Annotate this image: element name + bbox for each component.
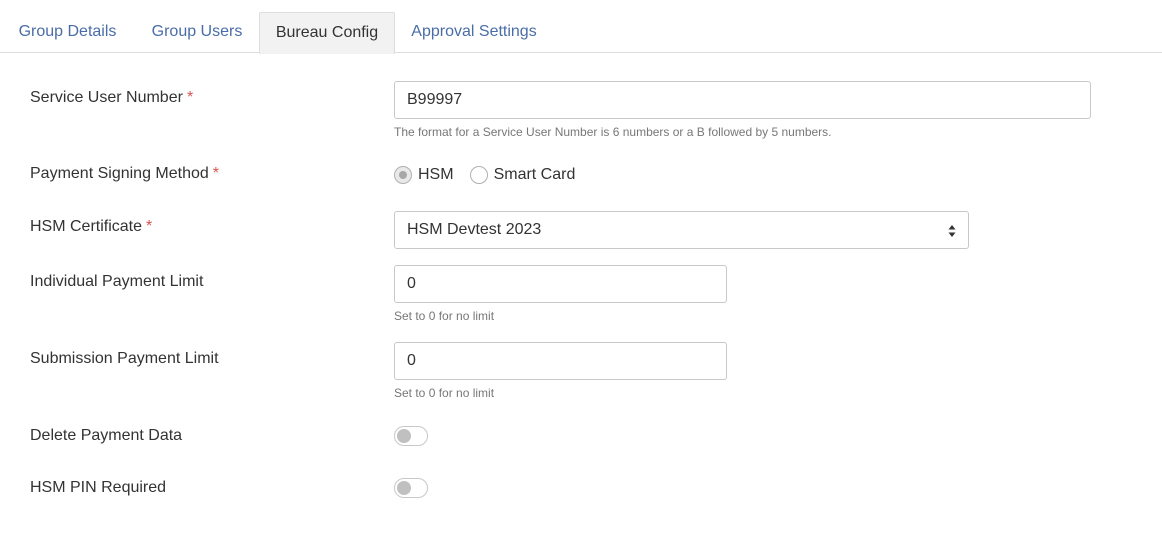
required-marker: * [186,89,194,106]
individual-payment-limit-input[interactable] [394,265,727,303]
service-user-number-input[interactable] [394,81,1091,119]
tab-bar: Group Details Group Users Bureau Config … [0,0,1162,54]
tab-group-users[interactable]: Group Users [135,12,259,53]
hsm-certificate-select[interactable]: HSM Devtest 2023 [394,211,969,249]
toggle-knob [397,481,411,495]
hsm-pin-required-toggle[interactable] [394,478,428,498]
smart-card-radio[interactable] [469,166,488,184]
delete-payment-data-toggle[interactable] [394,426,428,446]
hsm-certificate-label: HSM Certificate * [30,218,152,236]
delete-payment-data-label: Delete Payment Data [30,427,183,444]
submission-payment-limit-help: Set to 0 for no limit [394,386,495,400]
submission-payment-limit-label: Submission Payment Limit [30,350,219,367]
tab-approval-settings[interactable]: Approval Settings [395,12,553,53]
payment-signing-method-label-text: Payment Signing Method [30,165,209,182]
payment-signing-method-label: Payment Signing Method * [30,165,219,183]
submission-payment-limit-input[interactable] [394,342,727,380]
hsm-pin-required-label: HSM PIN Required [30,479,167,496]
required-marker: * [146,218,153,235]
sort-arrows-icon [948,225,956,237]
individual-payment-limit-help: Set to 0 for no limit [394,309,495,323]
payment-signing-method-radio-group: HSM Smart Card [394,164,591,186]
hsm-certificate-label-text: HSM Certificate [30,218,143,235]
hsm-certificate-selected-value: HSM Devtest 2023 [407,221,542,238]
individual-payment-limit-label: Individual Payment Limit [30,273,204,290]
tab-group-details[interactable]: Group Details [0,12,135,53]
service-user-number-help: The format for a Service User Number is … [394,125,832,139]
tab-bureau-config[interactable]: Bureau Config [259,12,395,54]
hsm-radio[interactable] [394,166,412,184]
toggle-knob [397,429,411,443]
service-user-number-label-text: Service User Number [30,89,183,106]
hsm-radio-label[interactable]: HSM [418,166,454,184]
service-user-number-label: Service User Number * [30,89,193,107]
required-marker: * [212,165,220,182]
smart-card-radio-label[interactable]: Smart Card [494,166,576,184]
